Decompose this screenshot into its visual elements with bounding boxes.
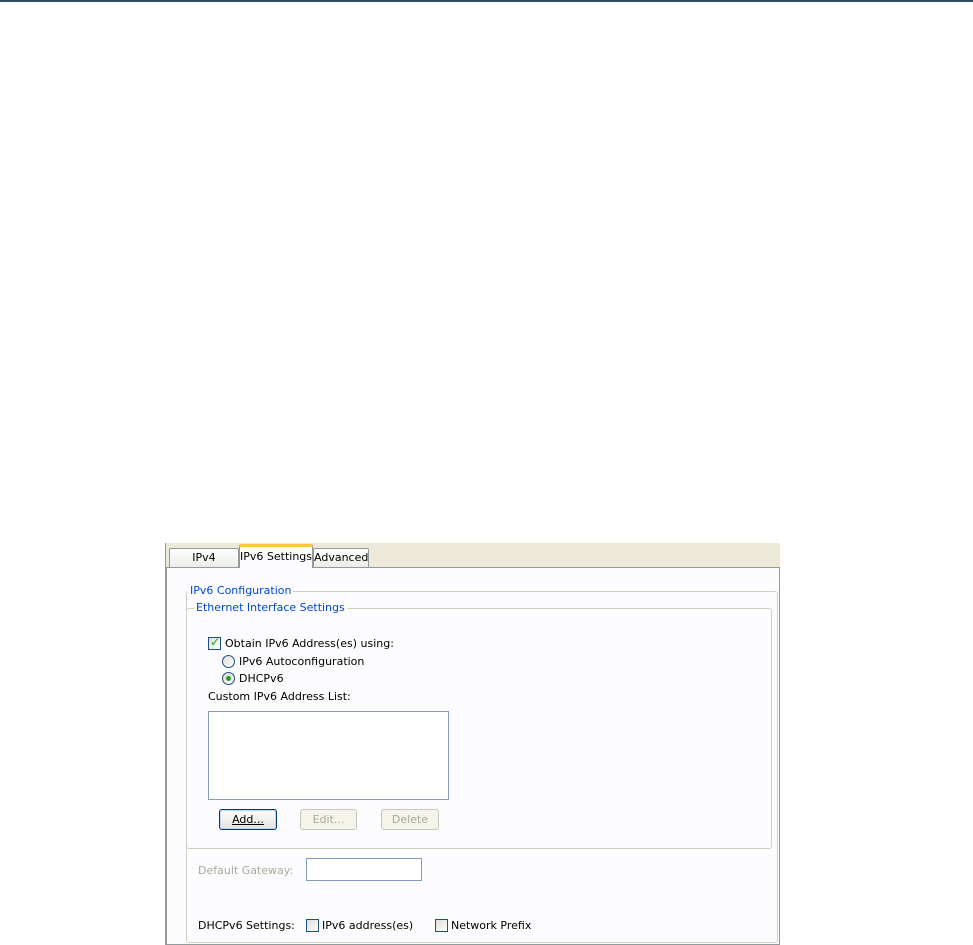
radio-selected-dot-icon [226, 676, 231, 681]
ipv6-settings-panel: IPv6 Configuration Ethernet Interface Se… [166, 567, 780, 945]
ipv6-configuration-legend: IPv6 Configuration [188, 584, 294, 597]
edit-button[interactable]: Edit... [300, 809, 357, 830]
ipv6-autoconfiguration-radio[interactable] [222, 655, 235, 668]
add-button[interactable]: Add... [219, 809, 277, 830]
tab-strip: IPv4 Settings IPv6 Settings Advanced [166, 543, 780, 582]
default-gateway-label: Default Gateway: [198, 864, 294, 877]
top-divider [0, 0, 973, 2]
ipv6-addresses-checkbox[interactable] [306, 919, 319, 932]
checkmark-icon: ✓ [210, 635, 221, 649]
delete-button-label: Delete [391, 813, 429, 826]
tab-advanced[interactable]: Advanced [313, 548, 369, 568]
obtain-ipv6-checkbox[interactable]: ✓ [208, 635, 221, 650]
network-settings-dialog: IPv4 Settings IPv6 Settings Advanced IPv… [165, 543, 780, 945]
ethernet-interface-legend: Ethernet Interface Settings [194, 601, 347, 614]
dhcpv6-radio[interactable] [222, 672, 235, 685]
network-prefix-checkbox[interactable] [435, 919, 448, 932]
network-prefix-label[interactable]: Network Prefix [451, 919, 531, 932]
delete-button[interactable]: Delete [381, 809, 439, 830]
custom-ipv6-list-label: Custom IPv6 Address List: [208, 690, 351, 703]
ipv6-autoconfiguration-label[interactable]: IPv6 Autoconfiguration [239, 655, 364, 668]
tab-ipv4-settings[interactable]: IPv4 Settings [169, 548, 239, 582]
add-button-label: Add... [232, 813, 264, 826]
default-gateway-input[interactable] [306, 858, 422, 881]
ipv6-addresses-label[interactable]: IPv6 address(es) [322, 919, 413, 932]
custom-ipv6-address-list[interactable] [208, 711, 449, 800]
obtain-ipv6-label[interactable]: Obtain IPv6 Address(es) using: [225, 637, 394, 650]
dhcpv6-label[interactable]: DHCPv6 [239, 672, 284, 685]
tab-ipv6-settings[interactable]: IPv6 Settings [239, 544, 313, 568]
edit-button-label: Edit... [312, 813, 345, 826]
dhcpv6-settings-label: DHCPv6 Settings: [198, 919, 295, 932]
